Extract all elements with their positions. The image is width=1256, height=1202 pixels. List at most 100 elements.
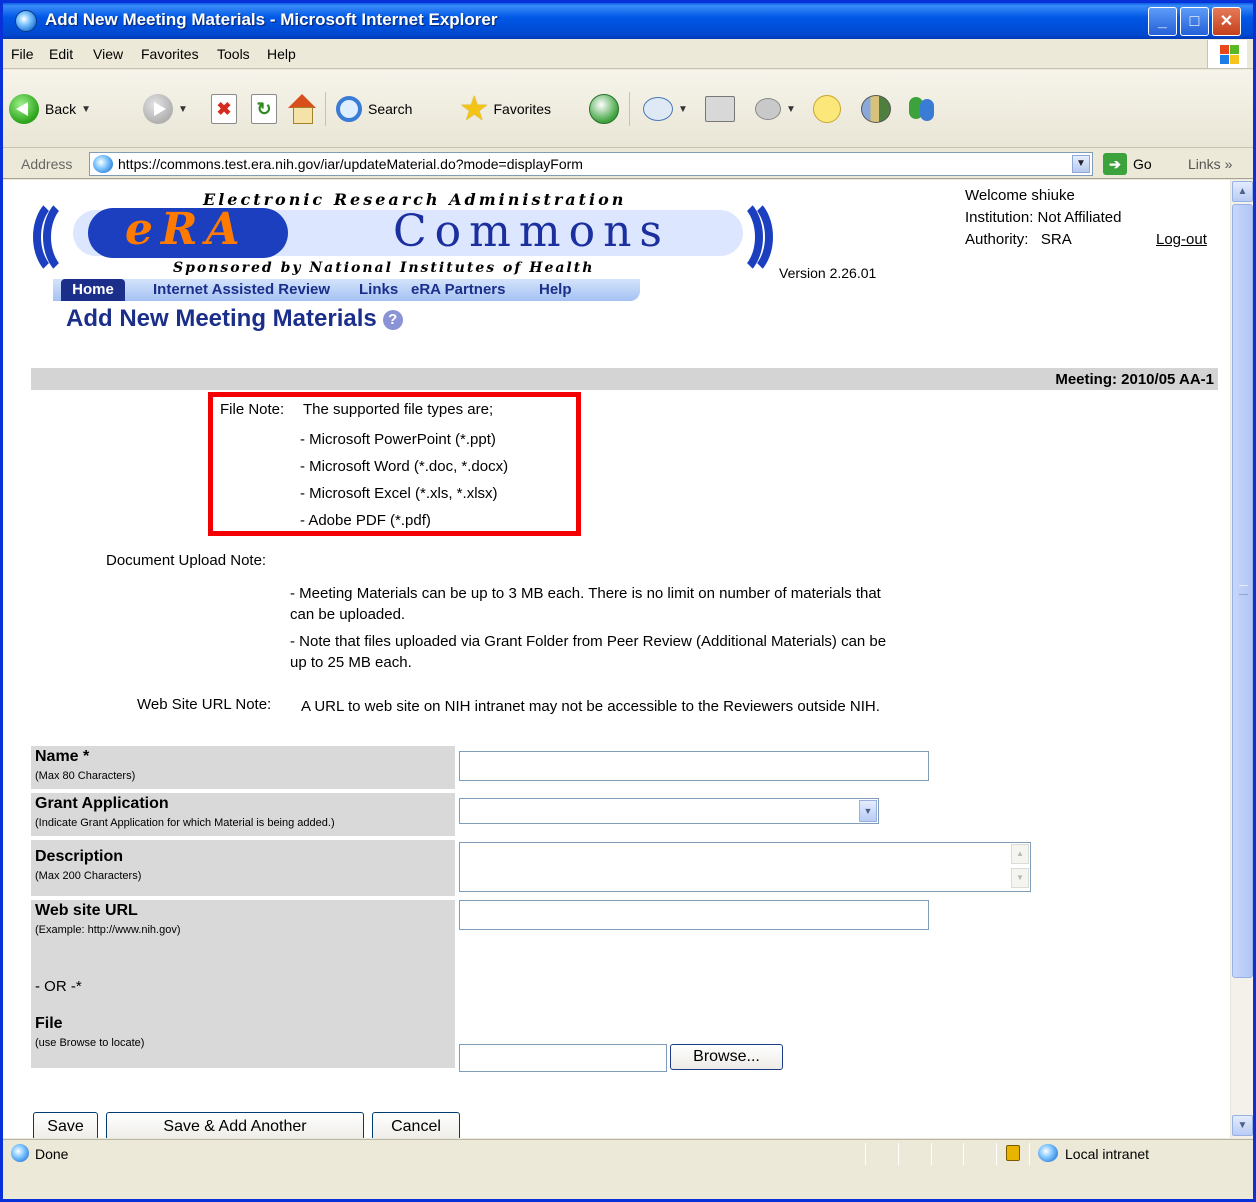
description-hint: (Max 200 Characters)	[35, 870, 142, 882]
ie-logo-icon	[15, 10, 37, 32]
file-type-pdf: - Adobe PDF (*.pdf)	[300, 512, 431, 529]
nav-links[interactable]: Links	[359, 281, 398, 298]
address-url: https://commons.test.era.nih.gov/iar/upd…	[118, 156, 583, 172]
go-button[interactable]: ➔ Go	[1103, 152, 1152, 176]
logo-commons-text: Commons	[393, 206, 671, 257]
url-file-label-cell: Web site URL (Example: http://www.nih.go…	[31, 900, 455, 1068]
file-type-doc: - Microsoft Word (*.doc, *.docx)	[300, 458, 509, 475]
refresh-button[interactable]: ↻	[251, 91, 277, 127]
toolbar-divider	[325, 92, 326, 126]
go-arrow-icon: ➔	[1103, 153, 1127, 175]
page-title: Add New Meeting Materials?	[66, 305, 403, 333]
institution-label: Institution:	[965, 209, 1034, 226]
cancel-button[interactable]: Cancel	[372, 1112, 460, 1138]
upload-note-line1: - Meeting Materials can be up to 3 MB ea…	[290, 585, 881, 623]
chevron-down-icon: ▼	[81, 103, 92, 115]
menu-help[interactable]: Help	[267, 46, 296, 62]
status-divider	[898, 1143, 899, 1165]
grant-application-select[interactable]: ▼	[459, 798, 879, 824]
star-icon: ★	[459, 90, 490, 128]
meeting-bar: Meeting: 2010/05 AA-1	[31, 368, 1218, 390]
welcome-name: shiuke	[1031, 187, 1075, 204]
nav-help[interactable]: Help	[539, 281, 572, 298]
mail-button[interactable]: ▼	[643, 91, 688, 127]
file-path-input[interactable]	[459, 1044, 667, 1072]
nav-internet-assisted-review[interactable]: Internet Assisted Review	[153, 281, 330, 298]
scroll-up-button[interactable]: ▲	[1232, 181, 1253, 202]
menu-edit[interactable]: Edit	[49, 46, 73, 62]
page-title-text: Add New Meeting Materials	[66, 305, 377, 332]
history-icon	[589, 94, 619, 124]
address-label: Address	[21, 156, 73, 172]
nav-era-partners[interactable]: eRA Partners	[411, 281, 505, 298]
status-text: Done	[35, 1146, 69, 1162]
minimize-button[interactable]: _	[1148, 7, 1177, 36]
chevron-down-icon[interactable]: ▼	[1072, 155, 1090, 173]
forward-arrow-icon	[143, 94, 173, 124]
browse-button[interactable]: Browse...	[670, 1044, 783, 1070]
search-button[interactable]: Search	[336, 91, 412, 127]
status-divider	[1029, 1143, 1030, 1165]
scroll-up-icon: ▲	[1011, 844, 1029, 864]
discuss-button[interactable]	[813, 91, 841, 127]
or-separator: - OR -*	[35, 978, 82, 995]
nav-home[interactable]: Home	[61, 279, 125, 301]
print-button[interactable]	[705, 91, 735, 127]
file-type-ppt: - Microsoft PowerPoint (*.ppt)	[300, 431, 496, 448]
logout-link[interactable]: Log-out	[1156, 231, 1207, 248]
chevron-down-icon[interactable]: ▼	[859, 800, 877, 822]
status-bar: Done Local intranet	[3, 1139, 1253, 1167]
favorites-label: Favorites	[493, 101, 552, 117]
address-bar: Address https://commons.test.era.nih.gov…	[3, 149, 1253, 179]
menu-view[interactable]: View	[93, 46, 123, 62]
grant-label: Grant Application	[35, 795, 169, 812]
help-icon[interactable]: ?	[382, 310, 403, 330]
forward-button[interactable]: ▼	[143, 91, 188, 127]
logo-era-text: eRA	[125, 204, 248, 255]
edit-button[interactable]: ▼	[755, 91, 796, 127]
upload-note-line2: - Note that files uploaded via Grant Fol…	[290, 633, 887, 671]
menu-tools[interactable]: Tools	[217, 46, 250, 62]
page-content: Electronic Research Administration eRA C…	[3, 180, 1230, 1138]
menu-favorites[interactable]: Favorites	[141, 46, 199, 62]
grant-label-cell: Grant Application (Indicate Grant Applic…	[31, 793, 455, 836]
printer-icon	[705, 96, 735, 122]
close-button[interactable]: ✕	[1212, 7, 1241, 36]
research-icon	[861, 95, 891, 123]
scroll-down-icon: ▼	[1011, 868, 1029, 888]
web-site-url-input[interactable]	[459, 900, 929, 930]
era-commons-logo: Electronic Research Administration eRA C…	[33, 190, 778, 290]
description-textarea[interactable]: ▲ ▼	[459, 842, 1031, 892]
maximize-button[interactable]: □	[1180, 7, 1209, 36]
logo-bottom-text: Sponsored by National Institutes of Heal…	[173, 260, 595, 276]
save-add-another-button[interactable]: Save & Add Another	[106, 1112, 364, 1138]
zone-text: Local intranet	[1065, 1146, 1150, 1162]
web-site-url-label: Web site URL	[35, 902, 138, 919]
name-input[interactable]	[459, 751, 929, 781]
nav-bar: Home Internet Assisted Review Links eRA …	[53, 279, 640, 301]
back-button[interactable]: Back ▼	[9, 91, 91, 127]
scrollbar-thumb[interactable]	[1232, 204, 1253, 978]
home-icon	[287, 94, 317, 124]
scroll-down-button[interactable]: ▼	[1232, 1115, 1253, 1136]
save-button[interactable]: Save	[33, 1112, 98, 1138]
description-label-cell: Description (Max 200 Characters)	[31, 840, 455, 896]
messenger-button[interactable]	[907, 91, 937, 127]
upload-note-label: Document Upload Note:	[106, 552, 267, 569]
title-bar[interactable]: Add New Meeting Materials - Microsoft In…	[3, 3, 1253, 39]
scrollbar-grip	[1239, 585, 1248, 595]
browser-window: Add New Meeting Materials - Microsoft In…	[0, 0, 1256, 1202]
stop-button[interactable]: ✖	[211, 91, 237, 127]
search-icon	[336, 96, 362, 122]
address-input[interactable]: https://commons.test.era.nih.gov/iar/upd…	[89, 152, 1093, 176]
vertical-scrollbar[interactable]: ▲ ▼	[1230, 180, 1253, 1138]
links-button[interactable]: Links »	[1188, 156, 1232, 172]
url-note-text: A URL to web site on NIH intranet may no…	[301, 698, 880, 715]
favorites-button[interactable]: ★ Favorites	[459, 91, 551, 127]
research-button[interactable]	[861, 91, 891, 127]
go-label: Go	[1133, 156, 1152, 172]
home-button[interactable]	[287, 91, 317, 127]
file-note-label: File Note:	[220, 401, 285, 418]
menu-file[interactable]: File	[11, 46, 34, 62]
history-button[interactable]	[589, 91, 619, 127]
